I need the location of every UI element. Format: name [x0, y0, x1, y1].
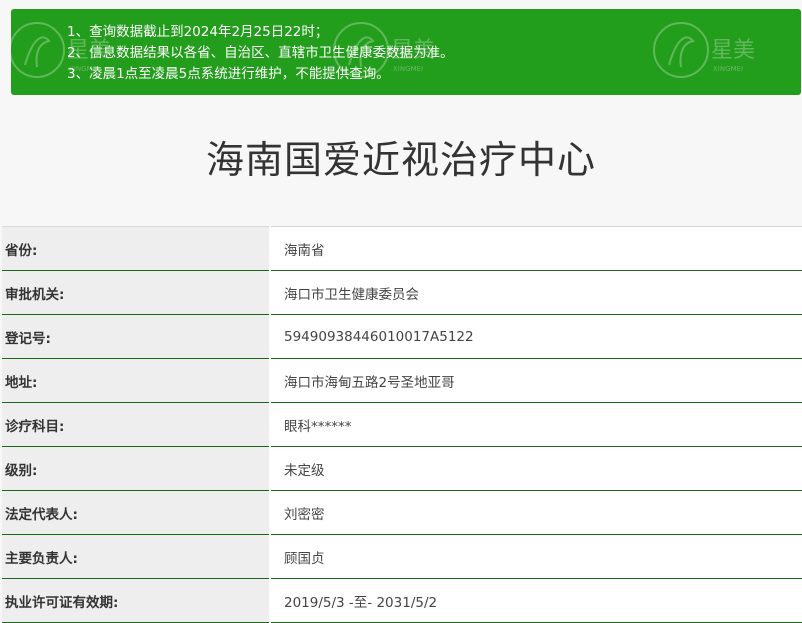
svg-text:星美: 星美: [67, 38, 111, 63]
watermark-logo: 星美 XINGMEI: [653, 22, 755, 78]
notice-banner: 星美 XINGMEI 星美 XINGMEI 星美 XINGMEI 1、查询数据截…: [11, 9, 801, 95]
table-row: 级别: 未定级: [2, 446, 802, 491]
field-value: 59490938446010017A5122: [270, 314, 802, 359]
field-value: 刘密密: [270, 490, 802, 535]
table-row: 地址: 海口市海甸五路2号圣地亚哥: [2, 358, 802, 403]
field-label: 省份:: [2, 226, 271, 271]
svg-text:XINGMEI: XINGMEI: [393, 65, 423, 73]
table-row: 诊疗科目: 眼科******: [2, 402, 802, 447]
field-label: 登记号:: [2, 314, 271, 359]
field-value: 顾国贞: [270, 534, 802, 579]
svg-text:XINGMEI: XINGMEI: [713, 65, 743, 73]
svg-text:星美: 星美: [391, 38, 435, 63]
watermark-logo: 星美 XINGMEI: [333, 22, 435, 78]
table-row: 执业许可证有效期: 2019/5/3 -至- 2031/5/2: [2, 578, 802, 623]
field-value: 未定级: [270, 446, 802, 491]
institution-details-table: 省份: 海南省 审批机关: 海口市卫生健康委员会 登记号: 5949093844…: [2, 226, 802, 623]
watermark-logo: 星美 XINGMEI: [11, 22, 111, 78]
field-label: 级别:: [2, 446, 271, 491]
field-value: 海口市海甸五路2号圣地亚哥: [270, 358, 802, 403]
svg-text:星美: 星美: [711, 38, 755, 63]
table-row: 省份: 海南省: [2, 226, 802, 271]
field-label: 诊疗科目:: [2, 402, 271, 447]
field-value: 眼科******: [270, 402, 802, 447]
field-value: 海口市卫生健康委员会: [270, 270, 802, 315]
field-label: 地址:: [2, 358, 271, 403]
table-row: 审批机关: 海口市卫生健康委员会: [2, 270, 802, 315]
page-title: 海南国爱近视治疗中心: [205, 138, 596, 182]
field-label: 审批机关:: [2, 270, 271, 315]
field-value: 2019/5/3 -至- 2031/5/2: [270, 578, 802, 623]
table-row: 主要负责人: 顾国贞: [2, 534, 802, 579]
svg-text:XINGMEI: XINGMEI: [69, 65, 99, 73]
table-row: 登记号: 59490938446010017A5122: [2, 314, 802, 359]
table-row: 法定代表人: 刘密密: [2, 490, 802, 535]
field-label: 主要负责人:: [2, 534, 271, 579]
field-value: 海南省: [270, 226, 802, 271]
field-label: 执业许可证有效期:: [2, 578, 271, 623]
field-label: 法定代表人:: [2, 490, 271, 535]
